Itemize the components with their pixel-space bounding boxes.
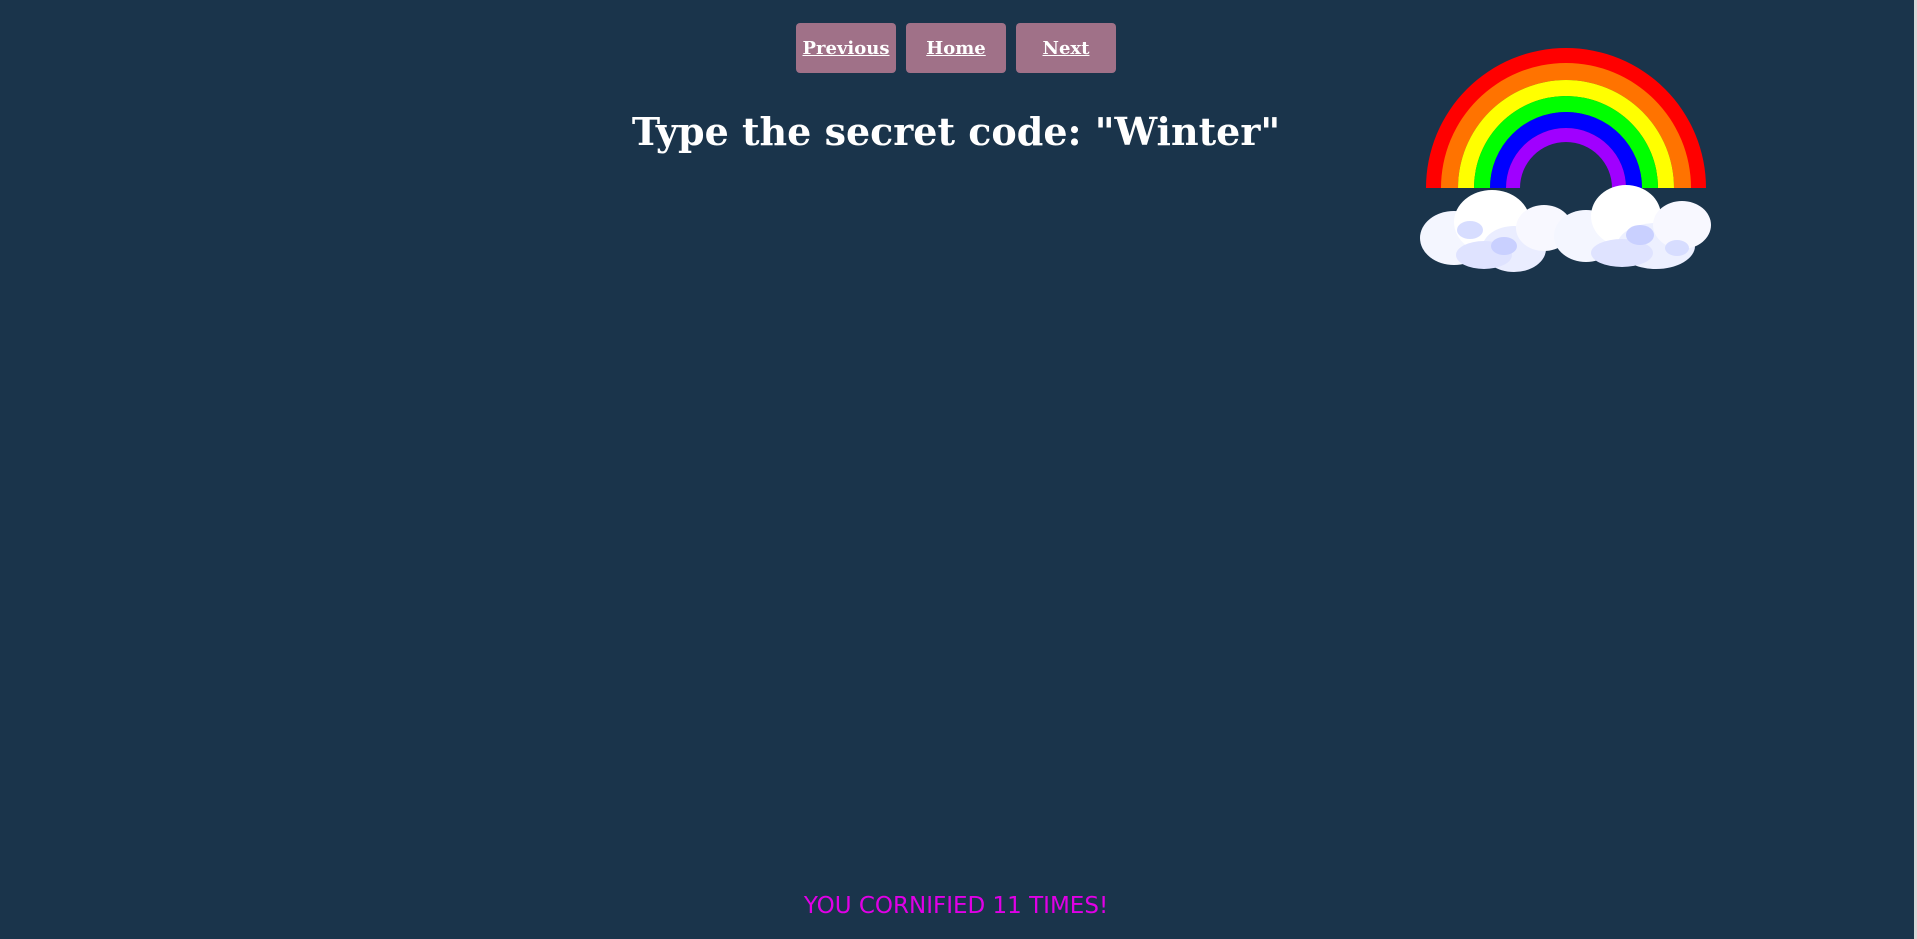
page: Previous Home Next Type the secret code:… [0,0,1917,939]
rainbow-icon [1426,48,1706,188]
cornify-counter: YOU CORNIFIED 11 TIMES! [803,893,1109,919]
left-cloud-icon [1420,190,1572,272]
previous-button[interactable]: Previous [796,23,896,73]
right-cloud-icon [1554,185,1711,269]
next-link[interactable]: Next [1043,38,1090,59]
home-button[interactable]: Home [906,23,1006,73]
home-link[interactable]: Home [926,38,986,59]
rainbow-with-clouds-icon [1420,48,1711,272]
next-button[interactable]: Next [1016,23,1116,73]
previous-link[interactable]: Previous [803,38,890,59]
